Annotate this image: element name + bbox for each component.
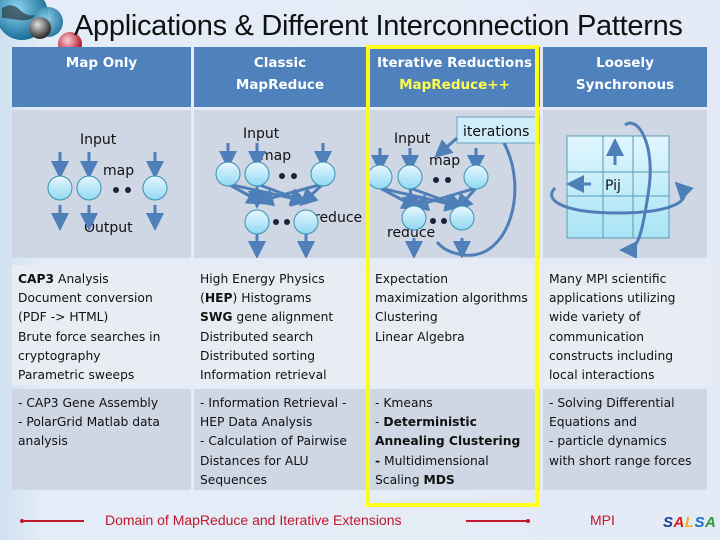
map-label: map (260, 148, 291, 164)
diagram-classic-mapreduce: Input map reduce (194, 110, 366, 258)
logo-letter: S (694, 514, 706, 531)
cell-line: local interactions (549, 368, 655, 383)
cell-line: cryptography (18, 348, 101, 363)
applications-loosely-synchronous: Many MPI scientific applications utilizin… (543, 265, 707, 385)
map-node (397, 164, 423, 190)
right-range-arrow-icon (466, 519, 530, 523)
map-label: map (429, 153, 460, 169)
input-label: Input (394, 131, 431, 147)
header-label: Classic (253, 55, 307, 71)
cell-line: constructs including (549, 348, 674, 363)
cell-line: (HEP) Histograms (200, 291, 312, 306)
cell-line: Distances for ALU (200, 453, 309, 468)
cell-line: High Energy Physics (200, 272, 325, 286)
cell-line: Many MPI scientific (549, 272, 667, 286)
header-map-only: Map Only (12, 47, 191, 107)
input-label: Input (243, 126, 280, 142)
header-label: Map Only (65, 55, 138, 71)
header-classic-mapreduce: Classic MapReduce (194, 47, 366, 107)
cell-line: - Kmeans (375, 396, 433, 410)
cell-line: Document conversion (18, 291, 153, 306)
cell-line: Expectation (375, 272, 449, 286)
iterations-label: iterations (463, 124, 529, 140)
diagram-map-only: Input map Output (12, 110, 191, 258)
cell-line: - CAP3 Gene Assembly (18, 396, 159, 410)
reduce-label: reduce (314, 210, 362, 226)
cell-line: Distributed sorting (200, 348, 316, 363)
examples-classic-mapreduce: - Information Retrieval - HEP Data Analys… (194, 389, 366, 490)
logo-letter: S (663, 514, 674, 531)
left-range-arrow-icon (20, 519, 84, 523)
cell-line: Parametric sweeps (18, 368, 135, 383)
header-sublabel: Synchronous (575, 77, 675, 93)
cell-line: - PolarGrid Matlab data (18, 415, 160, 430)
cell-line: - particle dynamics (549, 434, 667, 449)
cell-line: Sequences (200, 472, 268, 487)
applications-map-only: CAP3 Analysis Document conversion (PDF -> … (12, 265, 191, 385)
diagram-loosely-synchronous: Pij (543, 110, 707, 258)
cell-line: Information retrieval (200, 368, 327, 383)
diagram-iterative-reductions: Input map reduce iterations (369, 110, 540, 258)
header-sublabel: MapReduce (235, 77, 325, 93)
map-node (369, 164, 393, 190)
cell-line: (PDF -> HTML) (18, 310, 109, 325)
cell-line: HEP Data Analysis (200, 415, 313, 430)
cell-line: - Multidimensional (375, 453, 489, 468)
map-node (463, 164, 489, 190)
cell-line: analysis (18, 434, 68, 449)
header-loosely-synchronous: Loosely Synchronous (543, 47, 707, 107)
cell-line: - Solving Differential (549, 396, 675, 410)
cell-line: communication (549, 329, 645, 344)
cell-line: - Deterministic (375, 415, 477, 430)
page-title: Applications & Different Interconnection… (74, 10, 683, 42)
map-node (142, 175, 168, 201)
reduce-node (401, 205, 427, 231)
cell-line: Distributed search (200, 329, 314, 344)
header-iterative-reductions: Iterative Reductions MapReduce++ (369, 47, 540, 107)
cell-line: - Calculation of Pairwise (200, 434, 347, 449)
pij-label: Pij (605, 178, 621, 194)
header-sublabel: MapReduce++ (399, 77, 510, 93)
cell-line: CAP3 Analysis (18, 272, 109, 286)
reduce-node (449, 205, 475, 231)
map-node (76, 175, 102, 201)
applications-classic-mapreduce: High Energy Physics (HEP) Histograms SWG g… (194, 265, 366, 385)
applications-iterative: Expectation maximization algorithms Cluste… (369, 265, 540, 385)
output-label: Output (84, 220, 133, 236)
cell-line: maximization algorithms (375, 291, 528, 306)
logo-letter: A (673, 514, 685, 531)
cell-line: applications utilizing (549, 291, 676, 306)
domain-label: Domain of MapReduce and Iterative Extens… (105, 512, 402, 528)
cell-line: Linear Algebra (375, 329, 465, 344)
cell-line: SWG gene alignment (200, 310, 334, 325)
examples-map-only: - CAP3 Gene Assembly - PolarGrid Matlab d… (12, 389, 191, 490)
map-node (310, 161, 336, 187)
header-label: Iterative Reductions (377, 55, 532, 71)
reduce-node (244, 209, 270, 235)
reduce-node (293, 209, 319, 235)
logo-letter: A (705, 514, 717, 531)
salsa-logo: SALSA (663, 514, 716, 531)
cell-line: Equations and (549, 415, 637, 430)
input-label: Input (80, 132, 117, 148)
map-label: map (103, 163, 134, 179)
cell-line: Clustering (375, 310, 438, 325)
logo-letter: L (684, 514, 695, 531)
map-node (47, 175, 73, 201)
cell-line: wide variety of (549, 310, 641, 325)
cell-line: - Information Retrieval - (200, 396, 347, 410)
map-node (215, 161, 241, 187)
cell-line: Annealing Clustering (375, 434, 521, 449)
header-label: Loosely (596, 55, 654, 71)
patterns-table: Map Only Classic MapReduce Iterative Red… (12, 47, 707, 490)
examples-iterative: - Kmeans - Deterministic Annealing Cluster… (369, 389, 540, 490)
examples-loosely-synchronous: - Solving Differential Equations and - par… (543, 389, 707, 490)
map-node (244, 161, 270, 187)
cell-line: Brute force searches in (18, 329, 161, 344)
cell-line: Scaling MDS (375, 472, 455, 487)
cell-line: with short range forces (549, 453, 692, 468)
mpi-label: MPI (590, 512, 615, 528)
